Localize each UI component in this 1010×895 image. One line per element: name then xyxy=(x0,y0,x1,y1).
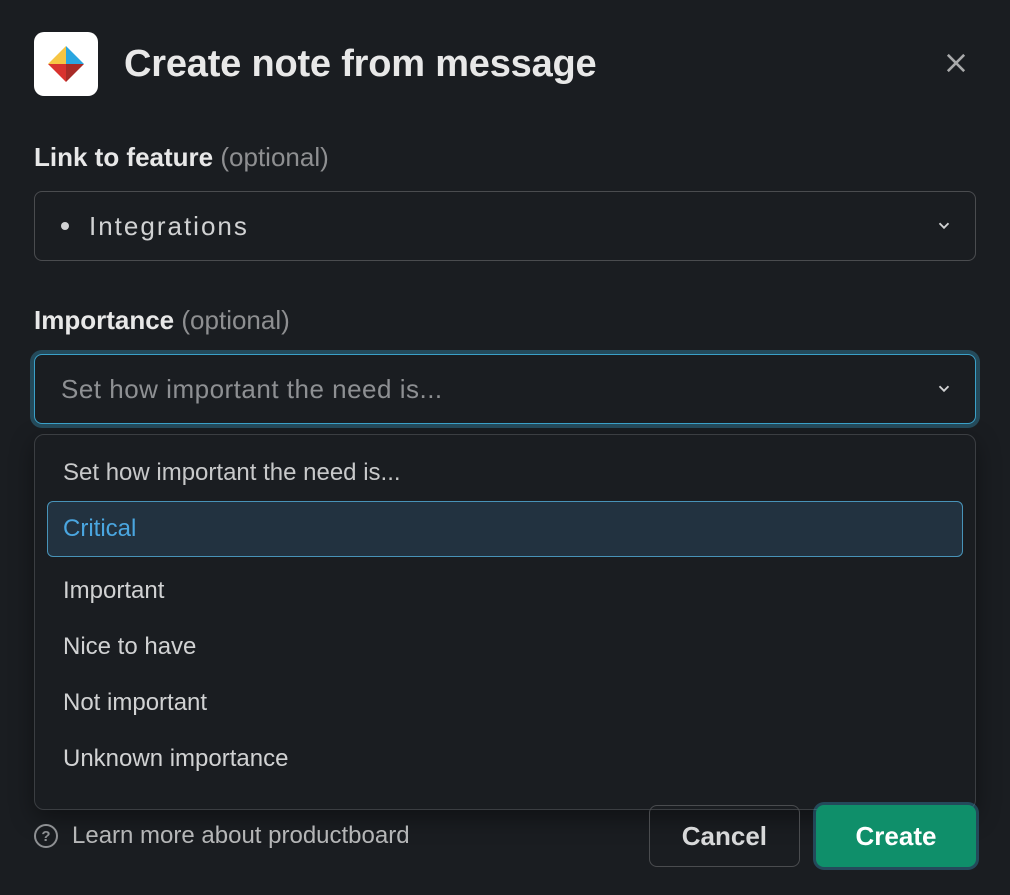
option-not-important[interactable]: Not important xyxy=(47,675,963,731)
importance-group: Importance (optional) Set how important … xyxy=(34,305,976,810)
productboard-logo-icon xyxy=(34,32,98,96)
option-unknown[interactable]: Unknown importance xyxy=(47,731,963,787)
link-to-feature-group: Link to feature (optional) Integrations xyxy=(34,142,976,261)
chevron-down-icon xyxy=(935,374,953,405)
link-to-feature-select[interactable]: Integrations xyxy=(34,191,976,261)
bullet-icon xyxy=(61,222,69,230)
modal-title: Create note from message xyxy=(124,43,910,86)
option-important[interactable]: Important xyxy=(47,563,963,619)
close-icon xyxy=(942,65,970,80)
create-button[interactable]: Create xyxy=(816,805,976,867)
importance-select[interactable]: Set how important the need is... xyxy=(34,354,976,424)
modal-footer: ? Learn more about productboard Cancel C… xyxy=(34,805,976,867)
learn-more-link[interactable]: ? Learn more about productboard xyxy=(34,822,633,850)
create-note-modal: Create note from message Link to feature… xyxy=(0,0,1010,895)
modal-header: Create note from message xyxy=(34,32,976,96)
option-nice-to-have[interactable]: Nice to have xyxy=(47,619,963,675)
chevron-down-icon xyxy=(935,211,953,242)
learn-more-text: Learn more about productboard xyxy=(72,822,410,850)
close-button[interactable] xyxy=(936,43,976,86)
help-icon: ? xyxy=(34,824,58,848)
dropdown-header: Set how important the need is... xyxy=(47,459,963,501)
importance-dropdown: Set how important the need is... Critica… xyxy=(34,434,976,810)
importance-placeholder: Set how important the need is... xyxy=(61,374,443,405)
option-critical[interactable]: Critical xyxy=(47,501,963,557)
cancel-button[interactable]: Cancel xyxy=(649,805,800,867)
link-to-feature-value: Integrations xyxy=(89,211,249,242)
link-to-feature-label: Link to feature (optional) xyxy=(34,142,976,173)
importance-label: Importance (optional) xyxy=(34,305,976,336)
